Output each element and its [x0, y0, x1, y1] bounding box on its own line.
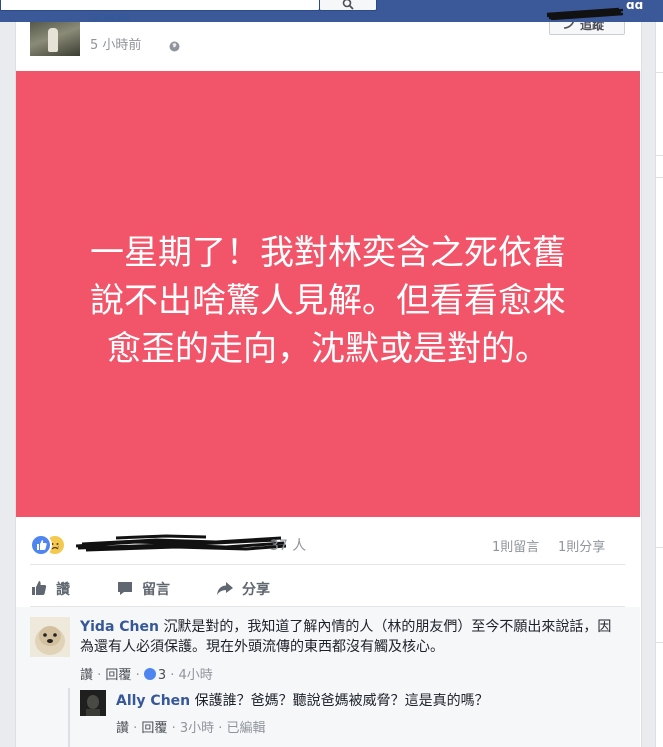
- comment-count[interactable]: 1則留言: [492, 536, 539, 555]
- comment-label: 留言: [142, 582, 170, 598]
- comment-meta: 讚 · 回覆 · 3 · 4小時: [80, 668, 213, 683]
- search-input[interactable]: [0, 0, 320, 11]
- post-text-line: 說不出啥驚人見解。但看看愈來: [90, 281, 566, 321]
- comment-like-count[interactable]: 3: [143, 668, 170, 683]
- like-reaction-icon[interactable]: [30, 534, 52, 556]
- reply-time[interactable]: 3小時: [180, 721, 214, 736]
- reply-text: 保護誰？爸媽？聽說爸媽被威脅？這是真的嗎？: [194, 693, 489, 709]
- comment-text: 沉默是對的，我知道了解內情的人（林的朋友們）至今不願出來說話，因為還有人必須保護…: [80, 619, 612, 655]
- redacted-reactor-names: [76, 534, 286, 552]
- profile-name-fragment[interactable]: ɑɑ: [626, 0, 643, 12]
- author-avatar[interactable]: [30, 22, 80, 56]
- reactions-bar: 37 人 1則留言 1則分享: [30, 532, 625, 556]
- reply-like-link[interactable]: 讚: [116, 721, 129, 736]
- adjacent-column-edge: [655, 22, 663, 747]
- follow-button[interactable]: 追蹤: [549, 22, 625, 35]
- comment: Yida Chen 沉默是對的，我知道了解內情的人（林的朋友們）至今不願出來說話…: [80, 617, 625, 657]
- reply-commenter-name[interactable]: Ally Chen: [116, 693, 190, 709]
- reply-meta: 讚 · 回覆 · 3小時 · 已編輯: [116, 721, 266, 736]
- search-button[interactable]: [319, 0, 377, 11]
- post-timestamp[interactable]: 5 小時前: [90, 38, 141, 54]
- share-label: 分享: [242, 582, 270, 598]
- share-button[interactable]: 分享: [216, 575, 316, 601]
- rss-icon: [563, 22, 574, 29]
- commenter-avatar[interactable]: [30, 617, 70, 657]
- reaction-count[interactable]: 37 人: [270, 535, 306, 555]
- post-text: 一星期了！我對林奕含之死依舊 說不出啥驚人見解。但看看愈來 愈歪的走向，沈默或是…: [16, 229, 640, 373]
- post-text-image[interactable]: 一星期了！我對林奕含之死依舊 說不出啥驚人見解。但看看愈來 愈歪的走向，沈默或是…: [16, 71, 640, 517]
- author-name[interactable]: 葉美屋: [88, 14, 130, 22]
- thumbs-up-icon: [32, 581, 47, 595]
- comment-time[interactable]: 4小時: [179, 668, 213, 683]
- follow-label: 追蹤: [580, 22, 605, 32]
- like-badge-icon: [143, 668, 156, 680]
- comment-like-link[interactable]: 讚: [80, 668, 93, 683]
- redaction-scribble: [546, 7, 624, 20]
- like-label: 讚: [56, 582, 70, 598]
- reply-reply-link[interactable]: 回覆: [141, 721, 167, 736]
- reply-avatar[interactable]: [80, 690, 106, 716]
- post-actions: 讚 留言 分享: [30, 575, 625, 601]
- post-text-line: 愈歪的走向，沈默或是對的。: [107, 329, 549, 369]
- like-button[interactable]: 讚: [30, 575, 110, 601]
- reply-comment: Ally Chen 保護誰？爸媽？聽說爸媽被威脅？這是真的嗎？: [116, 691, 626, 711]
- globe-icon: [169, 41, 180, 52]
- comment-reply-link[interactable]: 回覆: [105, 668, 131, 683]
- reply-thread-line: [68, 688, 70, 747]
- share-arrow-icon: [217, 582, 233, 595]
- comment-icon: [118, 582, 132, 595]
- post-text-line: 一星期了！我對林奕含之死依舊: [90, 233, 566, 273]
- comment-button[interactable]: 留言: [116, 575, 216, 601]
- search-icon: [342, 0, 354, 10]
- commenter-name[interactable]: Yida Chen: [80, 619, 159, 635]
- share-count[interactable]: 1則分享: [558, 536, 605, 555]
- divider: [30, 564, 625, 565]
- reply-edited-label[interactable]: 已編輯: [227, 721, 266, 736]
